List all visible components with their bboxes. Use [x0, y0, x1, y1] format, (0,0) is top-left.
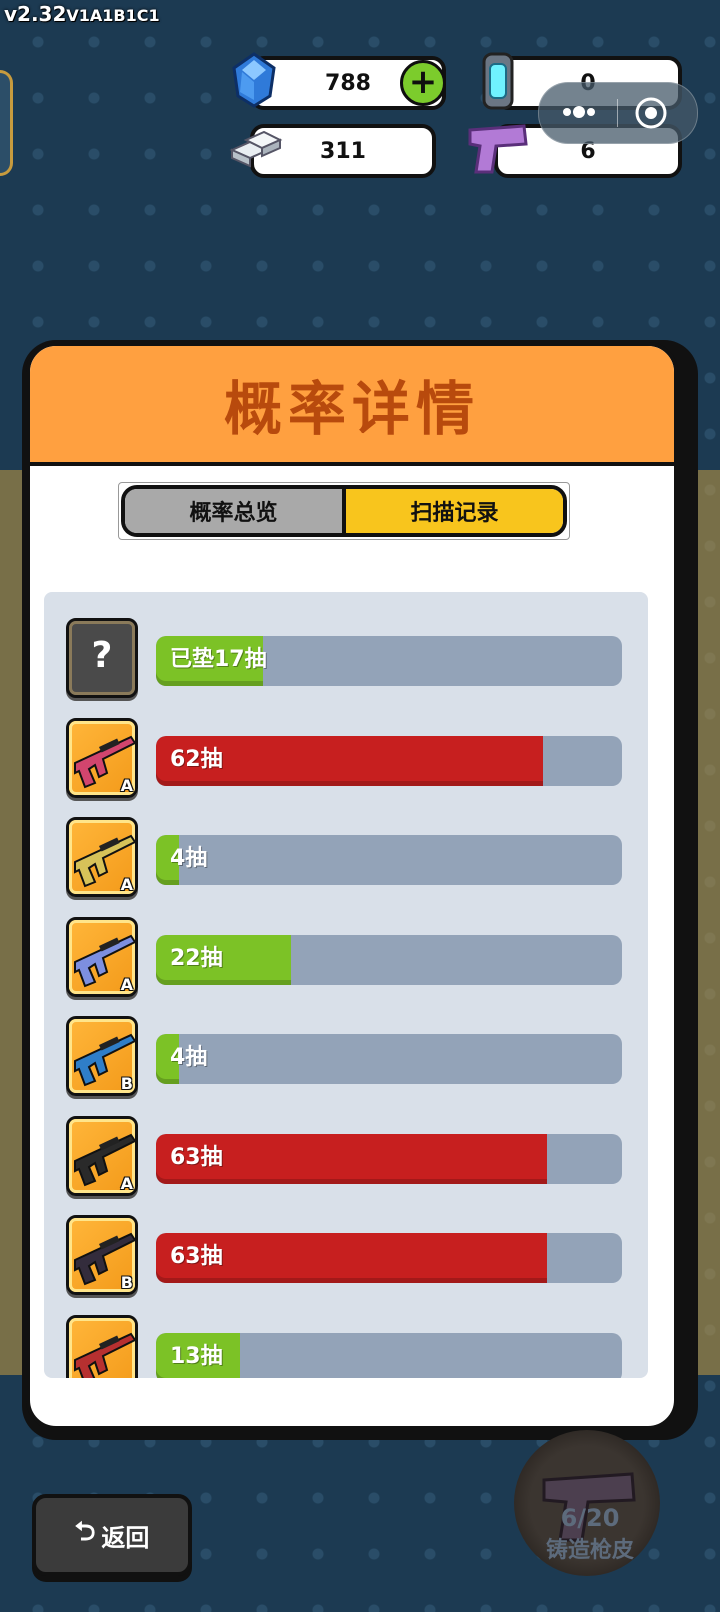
record-row: A 22抽: [66, 916, 640, 1001]
record-row: A 63抽: [66, 1115, 640, 1200]
grade-badge: A: [120, 775, 133, 795]
pistol-icon: [466, 120, 528, 180]
draw-count-label: 4抽: [170, 846, 208, 871]
silver-bars-icon: [228, 128, 284, 172]
record-row: ? 已垫17抽: [66, 618, 640, 702]
forge-label: 铸造枪皮: [545, 1538, 634, 1563]
question-mark-icon: ?: [91, 635, 113, 676]
back-arrow-icon: ⮌: [74, 1517, 96, 1547]
energy-core-icon: [480, 52, 516, 114]
record-row: A 4抽: [66, 817, 640, 901]
more-options-icon[interactable]: [557, 97, 601, 127]
draw-count-label: 22抽: [170, 945, 223, 971]
grade-badge: A: [120, 1173, 133, 1193]
record-row: B 63抽: [66, 1215, 640, 1299]
draw-count-bar: 4抽: [156, 835, 622, 885]
draw-count-bar: 13抽: [156, 1332, 622, 1378]
draw-count-bar: 63抽: [156, 1233, 622, 1283]
tab-probability-overview[interactable]: 概率总览: [125, 489, 346, 533]
back-button[interactable]: ⮌ 返回: [32, 1494, 192, 1576]
grade-badge: B: [120, 1074, 133, 1093]
tab-scan-record[interactable]: 扫描记录: [346, 489, 563, 533]
modal-header: 概率详情: [30, 346, 674, 466]
draw-count-label: 63抽: [170, 1244, 223, 1269]
side-tab-decoration: [0, 70, 13, 176]
version-label: v2.32V1A1B1C1: [4, 2, 160, 26]
draw-count-bar: 22抽: [156, 934, 622, 985]
scan-record-list[interactable]: ? 已垫17抽 A 62抽 A 4抽 A 22抽 B 4抽 A 63抽 B 63抽 13抽: [44, 592, 648, 1378]
record-row: 13抽: [66, 1314, 640, 1378]
draw-count-bar: 62抽: [156, 735, 622, 786]
grade-badge: A: [120, 974, 133, 994]
modal-title: 概率详情: [223, 375, 480, 443]
add-gems-button[interactable]: +: [400, 60, 446, 106]
grade-badge: A: [120, 875, 133, 894]
rifle-skin-card[interactable]: A: [66, 916, 138, 997]
draw-count-label: 13抽: [170, 1343, 223, 1369]
draw-count-bar: 4抽: [156, 1034, 622, 1084]
rifle-icon: [74, 1332, 135, 1378]
rifle-skin-card[interactable]: B: [66, 1215, 138, 1295]
draw-count-label: 62抽: [170, 746, 223, 772]
draw-count-label: 4抽: [170, 1045, 208, 1070]
rifle-skin-card[interactable]: A: [66, 817, 138, 897]
tab-bar: 概率总览 扫描记录: [118, 482, 570, 540]
rifle-skin-card[interactable]: A: [66, 1115, 138, 1196]
draw-count-bar: 已垫17抽: [156, 636, 622, 686]
rifle-skin-card[interactable]: A: [66, 717, 138, 798]
rifle-skin-card[interactable]: B: [66, 1016, 138, 1096]
close-miniprogram-icon[interactable]: [633, 95, 669, 131]
grade-badge: B: [120, 1273, 133, 1292]
forge-progress: 6/20: [560, 1504, 620, 1532]
draw-count-label: 63抽: [170, 1144, 223, 1170]
unknown-item-card[interactable]: ?: [66, 618, 138, 698]
back-button-label: 返回: [101, 1523, 150, 1552]
draw-count-bar: 63抽: [156, 1133, 622, 1184]
rifle-skin-card[interactable]: [66, 1314, 138, 1378]
record-row: B 4抽: [66, 1016, 640, 1100]
gem-icon: [232, 52, 276, 112]
record-row: A 62抽: [66, 717, 640, 802]
probability-details-modal: 概率详情 概率总览 扫描记录 ? 已垫17抽 A 62抽 A 4抽 A 22抽 B 4抽 A 63抽 B…: [26, 342, 678, 1430]
miniprogram-capsule: [538, 82, 698, 144]
draw-count-label: 已垫17抽: [170, 647, 267, 672]
